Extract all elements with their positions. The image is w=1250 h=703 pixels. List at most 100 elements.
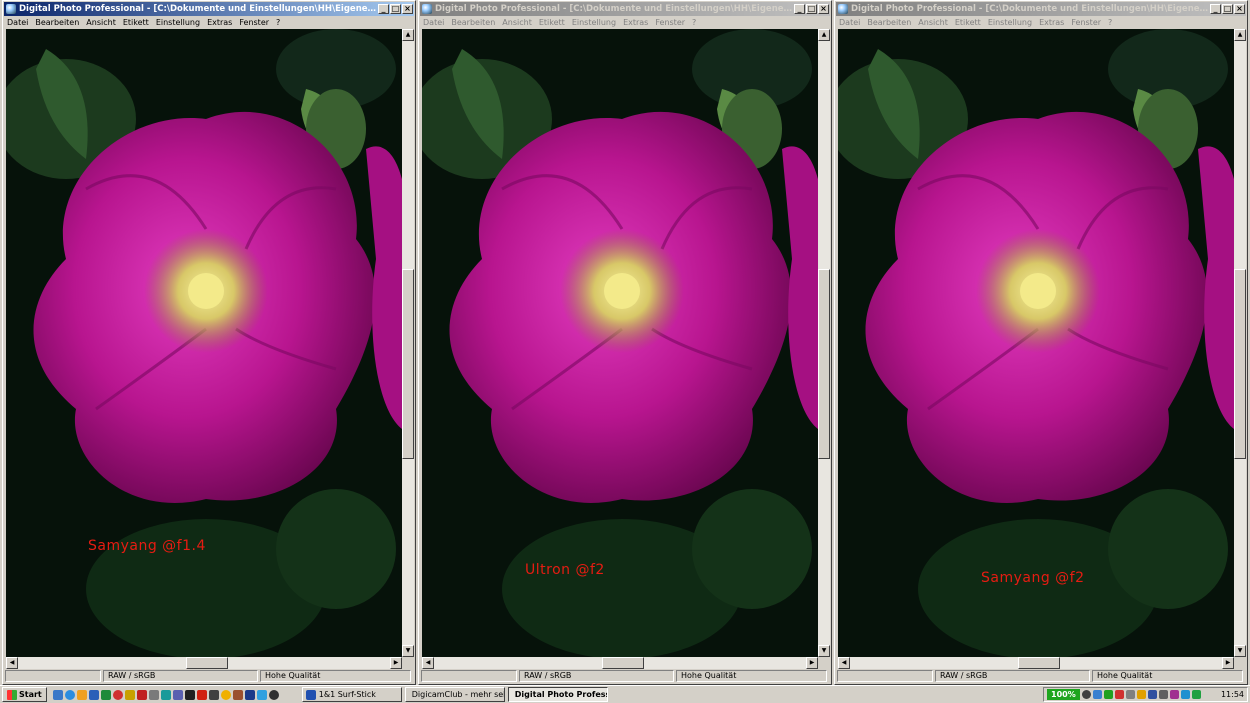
photo-view[interactable]: Samyang @f2 (838, 29, 1234, 657)
ie-icon[interactable] (64, 689, 75, 700)
menu-item[interactable]: Datei (423, 18, 444, 27)
menu-item[interactable]: Fenster (1071, 18, 1101, 27)
dpp-window-2[interactable]: Digital Photo Professional - [C:\Dokumen… (418, 0, 832, 685)
menu-item[interactable]: Ansicht (918, 18, 948, 27)
scroll-down-arrow-icon[interactable]: ▼ (1234, 645, 1246, 657)
word-icon[interactable] (88, 689, 99, 700)
title-bar[interactable]: Digital Photo Professional - [C:\Dokumen… (420, 2, 830, 16)
tool-icon[interactable] (232, 689, 243, 700)
explorer-icon[interactable] (76, 689, 87, 700)
menu-item[interactable]: Bearbeiten (35, 18, 79, 27)
menu-item[interactable]: Etikett (955, 18, 981, 27)
terminal-icon[interactable] (184, 689, 195, 700)
scroll-up-arrow-icon[interactable]: ▲ (1234, 29, 1246, 41)
flash-icon[interactable] (196, 689, 207, 700)
menu-item[interactable]: Extras (207, 18, 232, 27)
horizontal-scrollbar[interactable]: ◀ ▶ (422, 657, 818, 669)
bluetooth-icon[interactable] (1147, 690, 1157, 699)
dpp-window-3[interactable]: Digital Photo Professional - [C:\Dokumen… (834, 0, 1248, 685)
menu-item[interactable]: ? (1108, 18, 1112, 27)
vertical-scroll-thumb[interactable] (402, 269, 414, 459)
settings-icon[interactable] (148, 689, 159, 700)
close-button[interactable]: × (402, 4, 413, 14)
scroll-right-arrow-icon[interactable]: ▶ (806, 657, 818, 669)
sync-icon[interactable] (1180, 690, 1190, 699)
network-icon[interactable] (160, 689, 171, 700)
update-icon[interactable] (1114, 690, 1124, 699)
excel-icon[interactable] (100, 689, 111, 700)
antivirus-icon[interactable] (1103, 690, 1113, 699)
skype-icon[interactable] (256, 689, 267, 700)
vertical-scrollbar[interactable]: ▲ ▼ (1234, 29, 1246, 657)
menu-item[interactable]: Einstellung (156, 18, 200, 27)
acrobat-icon[interactable] (136, 689, 147, 700)
power-icon[interactable] (268, 689, 279, 700)
menu-item[interactable]: Einstellung (988, 18, 1032, 27)
shield-icon[interactable] (1191, 690, 1201, 699)
scroll-down-arrow-icon[interactable]: ▼ (818, 645, 830, 657)
speaker-icon[interactable] (1081, 690, 1091, 699)
start-button[interactable]: Start (2, 687, 47, 702)
scroll-down-arrow-icon[interactable]: ▼ (402, 645, 414, 657)
menu-item[interactable]: Fenster (239, 18, 269, 27)
horizontal-scrollbar[interactable]: ◀ ▶ (6, 657, 402, 669)
scroll-up-arrow-icon[interactable]: ▲ (818, 29, 830, 41)
menu-item[interactable]: Etikett (539, 18, 565, 27)
menu-item[interactable]: ? (692, 18, 696, 27)
vertical-scroll-thumb[interactable] (818, 269, 830, 459)
menu-item[interactable]: Bearbeiten (867, 18, 911, 27)
camera-tray-icon[interactable] (1169, 690, 1179, 699)
horizontal-scrollbar[interactable]: ◀ ▶ (838, 657, 1234, 669)
music-icon[interactable] (112, 689, 123, 700)
security-icon[interactable] (1136, 690, 1146, 699)
taskbar-button[interactable]: 1&1 Surf-Stick (301, 687, 402, 702)
menu-item[interactable]: Datei (7, 18, 28, 27)
maximize-button[interactable]: □ (390, 4, 401, 14)
scroll-left-arrow-icon[interactable]: ◀ (838, 657, 850, 669)
menu-item[interactable]: ? (276, 18, 280, 27)
maximize-button[interactable]: □ (806, 4, 817, 14)
menu-item[interactable]: Extras (623, 18, 648, 27)
photo-view[interactable]: Ultron @f2 (422, 29, 818, 657)
maximize-button[interactable]: □ (1222, 4, 1233, 14)
scroll-left-arrow-icon[interactable]: ◀ (422, 657, 434, 669)
vertical-scrollbar[interactable]: ▲ ▼ (402, 29, 414, 657)
desktop-icon[interactable] (52, 689, 63, 700)
scroll-up-arrow-icon[interactable]: ▲ (402, 29, 414, 41)
horizontal-scroll-thumb[interactable] (186, 657, 228, 669)
cube-icon[interactable] (124, 689, 135, 700)
camera-icon[interactable] (172, 689, 183, 700)
menu-item[interactable]: Etikett (123, 18, 149, 27)
usb-icon[interactable] (1125, 690, 1135, 699)
minimize-button[interactable]: _ (378, 4, 389, 14)
title-bar[interactable]: Digital Photo Professional - [C:\Dokumen… (836, 2, 1246, 16)
dpp-window-1[interactable]: Digital Photo Professional - [C:\Dokumen… (2, 0, 416, 685)
title-bar[interactable]: Digital Photo Professional - [C:\Dokumen… (4, 2, 414, 16)
menu-item[interactable]: Einstellung (572, 18, 616, 27)
display-icon[interactable] (1158, 690, 1168, 699)
menu-item[interactable]: Ansicht (86, 18, 116, 27)
minimize-button[interactable]: _ (1210, 4, 1221, 14)
taskbar-button[interactable]: DigicamClub - mehr sehe... (404, 687, 505, 702)
scroll-right-arrow-icon[interactable]: ▶ (390, 657, 402, 669)
photoshop-icon[interactable] (244, 689, 255, 700)
menu-item[interactable]: Ansicht (502, 18, 532, 27)
battery-indicator[interactable]: 100% (1047, 689, 1080, 700)
dpp-app-icon[interactable] (6, 4, 16, 14)
firefox-ql-icon[interactable] (220, 689, 231, 700)
menu-item[interactable]: Fenster (655, 18, 685, 27)
photo-view[interactable]: Samyang @f1.4 (6, 29, 402, 657)
vertical-scrollbar[interactable]: ▲ ▼ (818, 29, 830, 657)
taskbar-button[interactable]: Digital Photo Professi... (507, 687, 608, 702)
menu-item[interactable]: Datei (839, 18, 860, 27)
close-button[interactable]: × (818, 4, 829, 14)
clock[interactable]: 11:54 (1221, 690, 1244, 699)
horizontal-scroll-thumb[interactable] (1018, 657, 1060, 669)
close-button[interactable]: × (1234, 4, 1245, 14)
scroll-right-arrow-icon[interactable]: ▶ (1222, 657, 1234, 669)
dpp-app-icon[interactable] (422, 4, 432, 14)
vertical-scroll-thumb[interactable] (1234, 269, 1246, 459)
horizontal-scroll-thumb[interactable] (602, 657, 644, 669)
media-icon[interactable] (208, 689, 219, 700)
minimize-button[interactable]: _ (794, 4, 805, 14)
